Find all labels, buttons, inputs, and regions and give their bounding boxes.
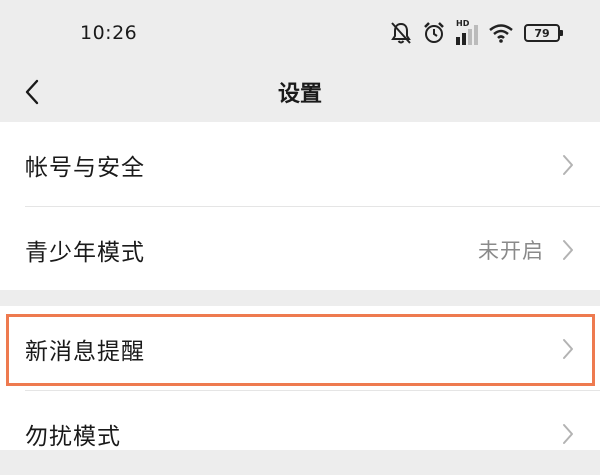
settings-group-account: 帐号与安全 青少年模式 未开启 bbox=[0, 122, 600, 290]
chevron-right-icon bbox=[563, 424, 573, 444]
settings-item-value: 未开启 bbox=[478, 239, 544, 263]
status-bar: 10:26 HD 79 bbox=[0, 0, 600, 62]
chevron-right-icon bbox=[563, 339, 573, 359]
wifi-icon bbox=[488, 22, 514, 44]
battery-level: 79 bbox=[534, 26, 550, 40]
settings-item-label: 新消息提醒 bbox=[25, 339, 145, 365]
bell-muted-icon bbox=[390, 21, 412, 45]
chevron-right-icon bbox=[563, 155, 573, 175]
page-title: 设置 bbox=[277, 82, 322, 107]
hd-label: HD bbox=[456, 19, 470, 28]
nav-bar: 设置 bbox=[0, 62, 600, 122]
settings-item-label: 勿扰模式 bbox=[25, 424, 121, 450]
settings-item-new-message-alerts[interactable]: 新消息提醒 bbox=[0, 306, 600, 390]
hd-signal-icon: HD bbox=[456, 19, 478, 45]
status-time: 10:26 bbox=[80, 22, 138, 44]
battery-icon: 79 bbox=[524, 24, 563, 42]
settings-item-label: 青少年模式 bbox=[25, 240, 145, 266]
chevron-right-icon bbox=[563, 240, 573, 260]
status-icons: HD 79 bbox=[390, 18, 563, 48]
settings-group-notifications: 新消息提醒 勿扰模式 bbox=[0, 306, 600, 450]
alarm-icon bbox=[422, 21, 446, 45]
settings-item-teen-mode[interactable]: 青少年模式 未开启 bbox=[0, 207, 600, 291]
settings-item-account-security[interactable]: 帐号与安全 bbox=[0, 122, 600, 206]
settings-item-do-not-disturb[interactable]: 勿扰模式 bbox=[0, 391, 600, 475]
settings-item-label: 帐号与安全 bbox=[25, 155, 145, 181]
